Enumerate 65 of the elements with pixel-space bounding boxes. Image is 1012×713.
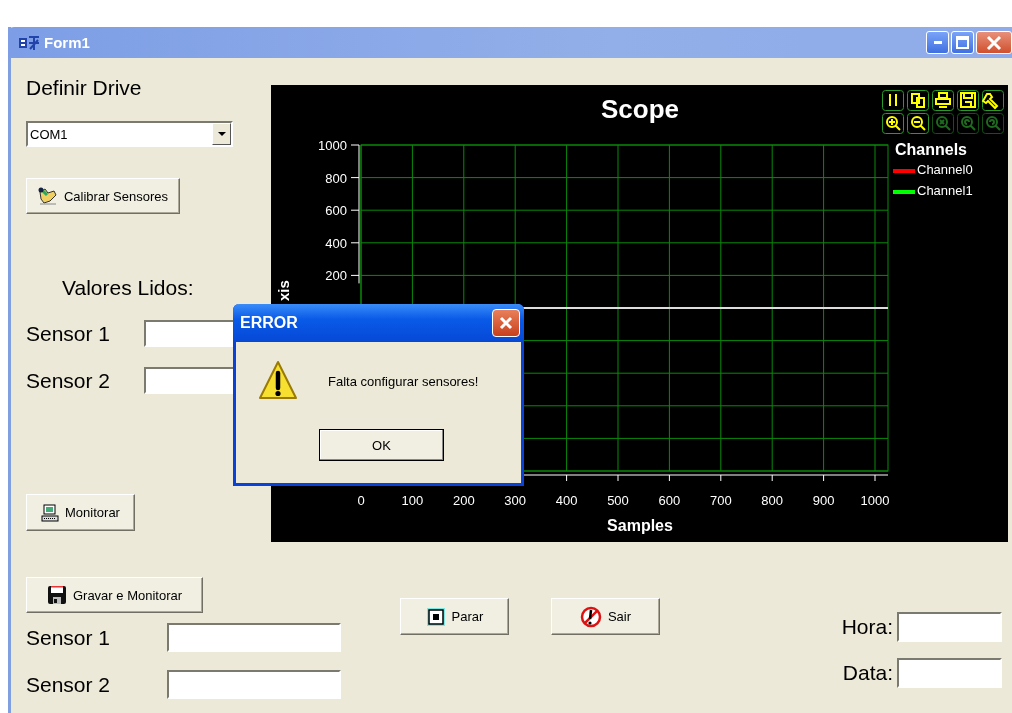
error-message: Falta configurar sensores! <box>328 373 479 389</box>
maximize-icon <box>956 36 969 49</box>
y-tick-label: 200 <box>325 268 347 284</box>
x-tick-label: 600 <box>658 493 681 508</box>
x-tick-label: 100 <box>401 493 424 508</box>
pause-icon[interactable] <box>882 90 904 111</box>
date-input[interactable] <box>897 658 1002 688</box>
wrench-icon[interactable] <box>981 90 1004 111</box>
exit-button[interactable]: Sair <box>551 598 660 635</box>
x-tick-label: 300 <box>504 493 527 508</box>
window-title: Form1 <box>44 34 91 51</box>
x-tick-label: 200 <box>452 493 475 508</box>
x-tick-label: 500 <box>607 493 629 508</box>
x-tick-label: 700 <box>709 493 732 508</box>
minimize-button[interactable] <box>926 31 949 54</box>
legend-title: Channels <box>895 141 967 158</box>
chart-title: Scope <box>601 94 679 124</box>
x-tick-label: 900 <box>812 493 835 508</box>
y-tick-label: 1000 <box>318 138 347 153</box>
x-axis-title: Samples <box>607 517 673 534</box>
y-tick-label: 600 <box>325 203 347 219</box>
time-input[interactable] <box>897 612 1002 642</box>
sensor-label: Sensor 2 <box>26 368 112 393</box>
y-tick-label: 800 <box>325 170 347 186</box>
prohibited-icon <box>579 605 602 628</box>
computer-icon <box>41 503 60 522</box>
sensor-input[interactable] <box>167 670 341 699</box>
record-button[interactable]: Gravar e Monitorar <box>26 577 203 613</box>
x-tick-label: 0 <box>357 493 365 508</box>
save-icon[interactable] <box>957 90 979 111</box>
x-tick-label: 400 <box>555 493 578 508</box>
y-tick-label: 400 <box>325 235 347 251</box>
sensor-input[interactable] <box>167 623 341 652</box>
close-icon <box>986 34 1002 51</box>
sensor-label: Sensor 2 <box>26 672 112 697</box>
sensor-label: Sensor 1 <box>26 625 112 650</box>
stop-icon <box>425 606 446 627</box>
close-icon <box>498 315 514 331</box>
monitor-button[interactable]: Monitorar <box>26 494 135 531</box>
legend-label: Channel0 <box>917 162 973 177</box>
stop-button[interactable]: Parar <box>400 598 509 635</box>
time-label: Hora: <box>841 615 893 639</box>
warning-icon <box>258 360 298 402</box>
heading-label: Definir Drive <box>26 76 142 100</box>
legend-label: Channel1 <box>917 183 973 198</box>
section-heading: Valores Lidos: <box>62 276 194 300</box>
minimize-icon <box>933 41 942 44</box>
zoom-out-icon[interactable] <box>907 113 929 134</box>
close-button[interactable] <box>492 309 520 337</box>
y-axis-title: xis <box>275 280 292 301</box>
drive-dropdown[interactable]: COM1 <box>26 121 233 147</box>
app-icon <box>18 34 40 51</box>
print-icon[interactable] <box>932 90 954 111</box>
date-label: Data: <box>842 661 893 685</box>
ok-button[interactable]: OK <box>319 429 444 461</box>
caret-icon <box>217 132 226 136</box>
calibrate-button[interactable]: Calibrar Sensores <box>26 178 180 214</box>
x-tick-label: 800 <box>761 493 784 508</box>
dialog-title: ERROR <box>240 314 299 332</box>
x-tick-label: 1000 <box>860 493 890 508</box>
sensor-label: Sensor 1 <box>26 321 112 346</box>
copy-icon[interactable] <box>907 90 929 111</box>
maximize-button[interactable] <box>951 31 974 54</box>
zoom-in-icon[interactable] <box>882 113 904 134</box>
close-button[interactable] <box>976 31 1012 54</box>
